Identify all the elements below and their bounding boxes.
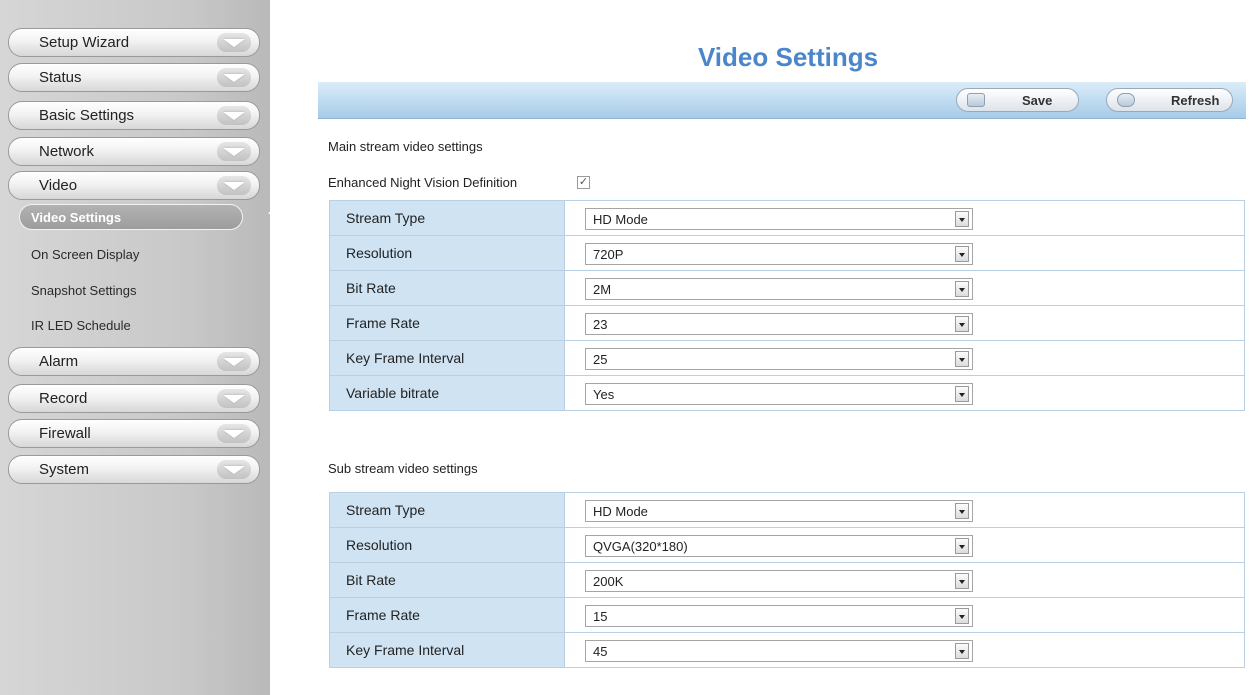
- refresh-label: Refresh: [1171, 93, 1220, 108]
- table-row: Key Frame Interval 25: [329, 340, 1245, 376]
- sub-stream-table: Stream Type HD Mode Resolution QVGA(320*…: [329, 492, 1245, 668]
- refresh-icon: [1117, 93, 1135, 107]
- stream-type-select[interactable]: HD Mode: [585, 208, 973, 230]
- night-vision-label: Enhanced Night Vision Definition: [328, 175, 518, 190]
- table-row: Key Frame Interval 45: [329, 632, 1245, 668]
- frame-rate-select[interactable]: 23: [585, 313, 973, 335]
- sub-bit-rate-select[interactable]: 200K: [585, 570, 973, 592]
- menu-video[interactable]: Video: [8, 171, 260, 200]
- row-label: Resolution: [329, 527, 565, 563]
- variable-bitrate-select[interactable]: Yes: [585, 383, 973, 405]
- row-label: Bit Rate: [329, 270, 565, 306]
- row-label: Key Frame Interval: [329, 340, 565, 376]
- row-label: Key Frame Interval: [329, 632, 565, 668]
- submenu-ir-led-schedule[interactable]: IR LED Schedule: [31, 318, 131, 333]
- menu-network[interactable]: Network: [8, 137, 260, 166]
- menu-setup-wizard[interactable]: Setup Wizard: [8, 28, 260, 57]
- menu-basic-settings[interactable]: Basic Settings: [8, 101, 260, 130]
- sidebar: Setup Wizard Status Basic Settings Netwo…: [0, 0, 270, 695]
- menu-label: Network: [39, 143, 95, 160]
- row-label: Stream Type: [329, 200, 565, 236]
- row-label: Frame Rate: [329, 597, 565, 633]
- dropdown-arrow-icon: [955, 608, 969, 624]
- menu-label: Firewall: [39, 425, 91, 442]
- table-row: Frame Rate 15: [329, 597, 1245, 633]
- menu-label: System: [39, 461, 90, 478]
- table-row: Variable bitrate Yes: [329, 375, 1245, 411]
- menu-label: Record: [39, 390, 88, 407]
- submenu-video-settings[interactable]: Video Settings: [19, 204, 243, 230]
- sub-stream-type-select[interactable]: HD Mode: [585, 500, 973, 522]
- menu-label: Setup Wizard: [39, 34, 130, 51]
- dropdown-arrow-icon: [955, 573, 969, 589]
- menu-label: Basic Settings: [39, 107, 135, 124]
- toolbar: Save Refresh: [318, 82, 1246, 119]
- active-pointer-icon: [268, 204, 282, 222]
- table-row: Resolution QVGA(320*180): [329, 527, 1245, 563]
- menu-status[interactable]: Status: [8, 63, 260, 92]
- bit-rate-select[interactable]: 2M: [585, 278, 973, 300]
- menu-label: Status: [39, 69, 82, 86]
- save-label: Save: [1022, 93, 1053, 108]
- menu-firewall[interactable]: Firewall: [8, 419, 260, 448]
- main-stream-heading: Main stream video settings: [328, 139, 483, 154]
- table-row: Stream Type HD Mode: [329, 492, 1245, 528]
- sub-stream-heading: Sub stream video settings: [328, 461, 478, 476]
- dropdown-arrow-icon: [955, 386, 969, 402]
- menu-label: Alarm: [39, 353, 79, 370]
- table-row: Frame Rate 23: [329, 305, 1245, 341]
- row-label: Variable bitrate: [329, 375, 565, 411]
- refresh-button[interactable]: Refresh: [1106, 88, 1233, 112]
- menu-record[interactable]: Record: [8, 384, 260, 413]
- night-vision-checkbox[interactable]: ✓: [577, 176, 590, 189]
- table-row: Stream Type HD Mode: [329, 200, 1245, 236]
- table-row: Bit Rate 200K: [329, 562, 1245, 598]
- menu-label: Video: [39, 177, 78, 194]
- page-title: Video Settings: [697, 42, 879, 72]
- table-row: Resolution 720P: [329, 235, 1245, 271]
- key-frame-interval-select[interactable]: 25: [585, 348, 973, 370]
- sub-key-frame-interval-select[interactable]: 45: [585, 640, 973, 662]
- dropdown-arrow-icon: [955, 351, 969, 367]
- dropdown-arrow-icon: [955, 281, 969, 297]
- submenu-on-screen-display[interactable]: On Screen Display: [31, 247, 139, 262]
- dropdown-arrow-icon: [955, 246, 969, 262]
- row-label: Frame Rate: [329, 305, 565, 341]
- sub-frame-rate-select[interactable]: 15: [585, 605, 973, 627]
- row-label: Bit Rate: [329, 562, 565, 598]
- dropdown-arrow-icon: [955, 503, 969, 519]
- save-button[interactable]: Save: [956, 88, 1079, 112]
- resolution-select[interactable]: 720P: [585, 243, 973, 265]
- submenu-snapshot-settings[interactable]: Snapshot Settings: [31, 283, 137, 298]
- submenu-label: Video Settings: [31, 210, 122, 225]
- row-label: Stream Type: [329, 492, 565, 528]
- dropdown-arrow-icon: [955, 643, 969, 659]
- dropdown-arrow-icon: [955, 538, 969, 554]
- save-icon: [967, 93, 985, 107]
- menu-alarm[interactable]: Alarm: [8, 347, 260, 376]
- dropdown-arrow-icon: [955, 211, 969, 227]
- sub-resolution-select[interactable]: QVGA(320*180): [585, 535, 973, 557]
- menu-system[interactable]: System: [8, 455, 260, 484]
- table-row: Bit Rate 2M: [329, 270, 1245, 306]
- row-label: Resolution: [329, 235, 565, 271]
- main-stream-table: Stream Type HD Mode Resolution 720P Bit …: [329, 200, 1245, 411]
- dropdown-arrow-icon: [955, 316, 969, 332]
